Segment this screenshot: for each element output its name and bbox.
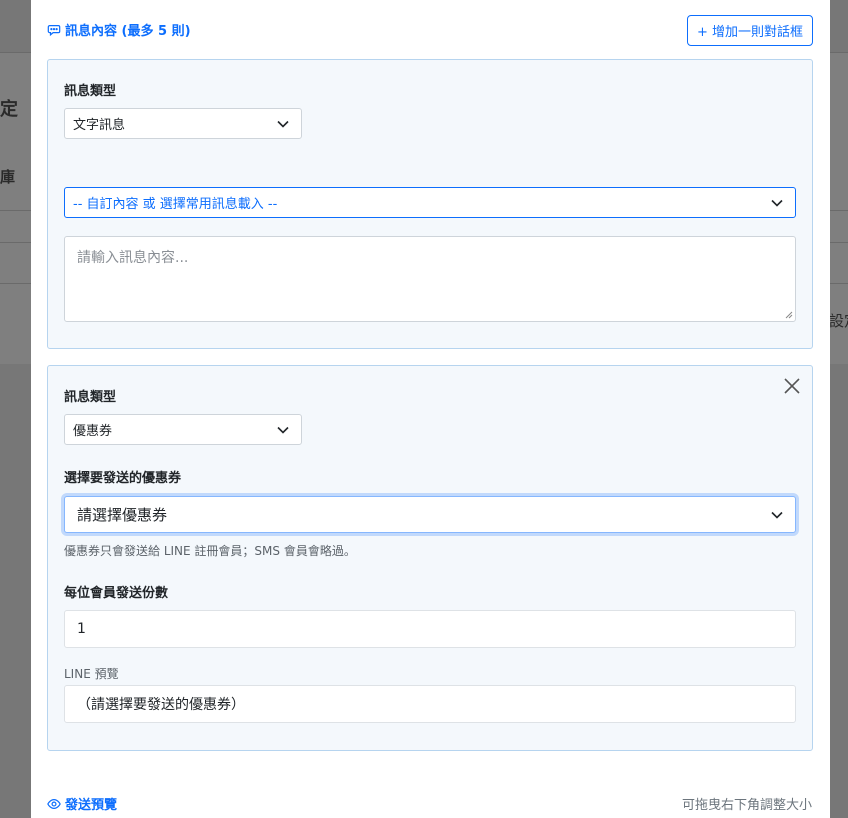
background-label-fragment: 庫 [0,168,16,186]
template-select-value: -- 自訂內容 或 選擇常用訊息載入 -- [73,197,278,212]
coupon-select-label: 選擇要發送的優惠券 [64,471,182,486]
message-card-text: 訊息類型 文字訊息 -- 自訂內容 或 選擇常用訊息載入 -- 請輸入訊息內容.… [47,59,813,349]
coupon-select-value: 請選擇優惠券 [77,506,168,524]
message-content-placeholder: 請輸入訊息內容... [77,250,189,266]
coupon-select[interactable]: 請選擇優惠券 [64,496,796,533]
message-type-select[interactable]: 文字訊息 [64,108,302,139]
message-type-label: 訊息類型 [64,84,117,99]
message-type-label: 訊息類型 [64,390,117,405]
message-type-value: 優惠券 [73,424,113,439]
messages-title-text: 訊息內容 (最多 5 則) [65,24,191,39]
coupon-hint: 優惠券只會發送給 LINE 註冊會員；SMS 會員會略過。 [64,544,356,558]
close-icon[interactable] [782,376,802,396]
resize-handle-icon[interactable] [785,311,793,319]
quantity-input[interactable]: 1 [64,610,796,648]
message-type-value: 文字訊息 [73,118,126,133]
template-select[interactable]: -- 自訂內容 或 選擇常用訊息載入 -- [64,187,796,218]
quantity-label: 每位會員發送份數 [64,586,169,601]
line-preview-label: LINE 預覽 [64,667,119,681]
line-preview-box: （請選擇要發送的優惠券） [64,685,796,723]
send-preview-text: 發送預覽 [65,798,118,813]
add-message-button[interactable]: + 增加一則對話框 [687,15,813,46]
send-preview-link[interactable]: 發送預覽 [47,794,117,813]
chevron-down-icon [771,199,783,207]
background-heading-fragment: 定 [0,99,18,120]
chevron-down-icon [771,511,783,519]
message-content-textarea[interactable]: 請輸入訊息內容... [64,236,796,322]
message-type-select[interactable]: 優惠券 [64,414,302,445]
background-settings-fragment: 設定 [829,312,848,330]
message-card-coupon: 訊息類型 優惠券 選擇要發送的優惠券 請選擇優惠券 優惠券只會發送給 LINE … [47,365,813,751]
chevron-down-icon [277,120,289,128]
line-preview-value: （請選擇要發送的優惠券） [77,697,245,713]
eye-icon [47,798,61,809]
chat-bubble-icon [47,24,61,36]
chevron-down-icon [277,426,289,434]
messages-section-title: 訊息內容 (最多 5 則) [47,20,191,39]
message-modal: 訊息內容 (最多 5 則) + 增加一則對話框 訊息類型 文字訊息 -- 自訂內… [31,0,830,818]
resize-hint: 可拖曳右下角調整大小 [681,798,812,813]
quantity-value: 1 [77,621,86,637]
